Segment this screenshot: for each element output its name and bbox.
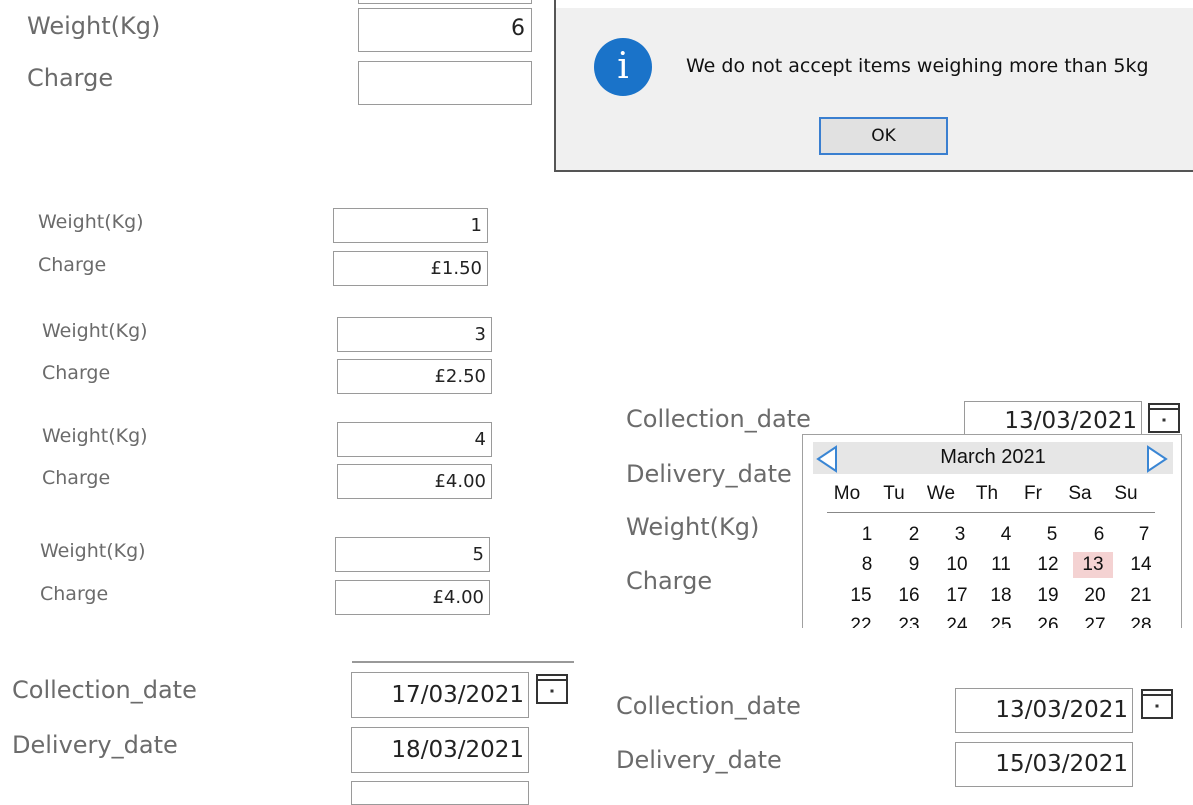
calendar-week-row: 1 2 3 4 5 6 7 — [803, 524, 1181, 550]
delivery-date-input[interactable]: 18/03/2021 — [351, 727, 529, 773]
calendar-day[interactable]: 11 — [981, 554, 1021, 576]
calendar-day[interactable]: 7 — [1124, 524, 1164, 546]
delivery-date-label: Delivery_date — [626, 460, 792, 488]
weight-label: Weight(Kg) — [38, 211, 144, 233]
calendar-day[interactable]: 20 — [1075, 585, 1115, 607]
calendar-day[interactable]: 9 — [894, 554, 934, 576]
info-icon: i — [594, 38, 652, 96]
calendar-day[interactable]: 6 — [1079, 524, 1119, 546]
calendar-icon[interactable] — [1141, 689, 1173, 719]
delivery-date-input[interactable]: 15/03/2021 — [955, 742, 1133, 787]
calendar-day[interactable]: 27 — [1075, 615, 1115, 628]
calendar-day[interactable]: 23 — [889, 615, 929, 628]
charge-label: Charge — [42, 467, 111, 489]
calendar-day[interactable]: 15 — [841, 585, 881, 607]
weekday-header-row: Mo Tu We Th Fr Sa Su — [803, 483, 1181, 509]
dialog-message: We do not accept items weighing more tha… — [686, 55, 1149, 77]
weight-label: Weight(Kg) — [42, 425, 148, 447]
dialog-top-strip — [556, 0, 1193, 8]
calendar-day[interactable]: 2 — [894, 524, 934, 546]
calendar-week-row: 8 9 10 11 12 13 14 — [803, 552, 1181, 580]
weight-input[interactable]: 6 — [358, 8, 532, 52]
calendar-day[interactable]: 12 — [1028, 554, 1068, 576]
charge-label: Charge — [40, 583, 109, 605]
weekday-label: Su — [1114, 483, 1138, 504]
charge-label: Charge — [38, 254, 107, 276]
delivery-date-label: Delivery_date — [12, 731, 178, 759]
weekday-label: We — [926, 483, 956, 504]
calendar-day[interactable]: 21 — [1121, 585, 1161, 607]
calendar-day[interactable]: 19 — [1028, 585, 1068, 607]
weight-label: Weight(Kg) — [27, 12, 161, 40]
next-month-arrow-icon[interactable] — [1145, 445, 1169, 473]
calendar-day[interactable]: 3 — [940, 524, 980, 546]
charge-label: Charge — [626, 567, 713, 595]
weekday-label: Mo — [833, 483, 861, 504]
calendar-icon[interactable] — [1148, 403, 1180, 433]
calendar-month-label: March 2021 — [940, 446, 1046, 468]
weekday-label: Tu — [883, 483, 905, 504]
weight-label: Weight(Kg) — [626, 513, 760, 541]
delivery-date-label: Delivery_date — [616, 746, 782, 774]
weekday-label: Sa — [1068, 483, 1092, 504]
weekday-divider — [827, 512, 1155, 513]
weight-input[interactable]: 5 — [335, 537, 490, 572]
info-icon-glyph: i — [617, 46, 629, 87]
weight-input[interactable]: 4 — [337, 422, 492, 457]
calendar-day[interactable]: 28 — [1121, 615, 1161, 628]
calendar-day[interactable]: 25 — [981, 615, 1021, 628]
calendar-day[interactable]: 14 — [1121, 554, 1161, 576]
charge-label: Charge — [42, 362, 111, 384]
top-form-top-edge-field — [358, 0, 532, 4]
calendar-day-selected[interactable]: 13 — [1073, 552, 1113, 578]
message-dialog: i We do not accept items weighing more t… — [554, 0, 1193, 172]
collection-date-input[interactable]: 17/03/2021 — [351, 672, 529, 718]
ok-button[interactable]: OK — [819, 117, 948, 155]
calendar-popup: March 2021 Mo Tu We Th Fr Sa Su 1 2 3 4 … — [802, 434, 1182, 628]
charge-input[interactable]: £4.00 — [335, 580, 490, 615]
calendar-week-row: 15 16 17 18 19 20 21 — [803, 585, 1181, 611]
calendar-day[interactable]: 26 — [1028, 615, 1068, 628]
charge-input[interactable] — [358, 61, 532, 105]
collection-date-label: Collection_date — [616, 692, 801, 720]
weight-label: Weight(Kg) — [42, 320, 148, 342]
charge-input[interactable]: £1.50 — [333, 251, 488, 286]
calendar-day[interactable]: 5 — [1032, 524, 1072, 546]
bottom-left-top-line — [352, 661, 574, 663]
weekday-label: Th — [975, 483, 999, 504]
charge-input[interactable]: £4.00 — [337, 464, 492, 499]
charge-label: Charge — [27, 64, 114, 92]
weight-label: Weight(Kg) — [40, 540, 146, 562]
calendar-day[interactable]: 8 — [847, 554, 887, 576]
calendar-day[interactable]: 16 — [889, 585, 929, 607]
calendar-day[interactable]: 4 — [986, 524, 1026, 546]
prev-month-arrow-icon[interactable] — [815, 445, 839, 473]
charge-input[interactable]: £2.50 — [337, 359, 492, 394]
calendar-day[interactable]: 18 — [981, 585, 1021, 607]
calendar-day[interactable]: 10 — [937, 554, 977, 576]
collection-date-label: Collection_date — [12, 676, 197, 704]
weight-input[interactable]: 1 — [333, 208, 488, 243]
weekday-label: Fr — [1024, 483, 1042, 504]
calendar-day[interactable]: 24 — [937, 615, 977, 628]
weight-input[interactable]: 3 — [337, 317, 492, 352]
calendar-day[interactable]: 17 — [937, 585, 977, 607]
bottom-left-cutoff-field — [351, 781, 529, 805]
collection-date-label: Collection_date — [626, 405, 811, 433]
calendar-week-row: 22 23 24 25 26 27 28 — [803, 615, 1181, 628]
calendar-day[interactable]: 1 — [847, 524, 887, 546]
collection-date-input[interactable]: 13/03/2021 — [955, 688, 1133, 733]
calendar-day[interactable]: 22 — [841, 615, 881, 628]
calendar-icon[interactable] — [536, 674, 568, 704]
